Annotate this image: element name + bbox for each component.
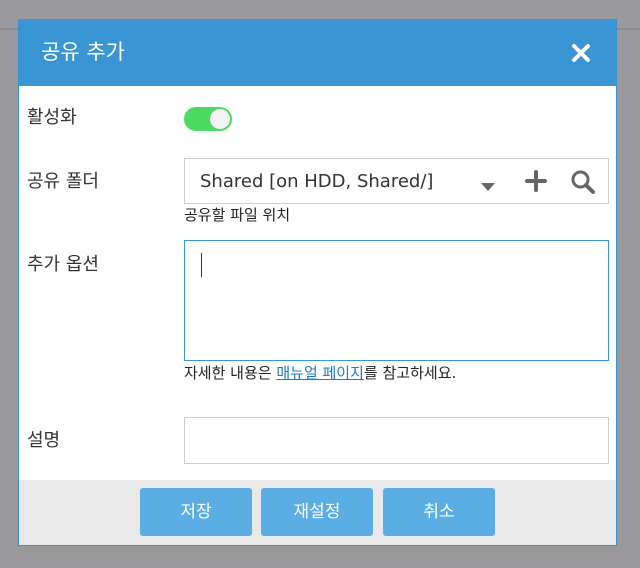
active-label: 활성화 — [27, 107, 77, 128]
close-icon[interactable] — [567, 39, 595, 67]
add-share-dialog: 공유 추가 활성화 공유 폴더 Shared [on HDD, Shared/] — [18, 19, 617, 546]
dialog-titlebar: 공유 추가 — [19, 20, 616, 86]
help-prefix: 자세한 내용은 — [184, 364, 277, 382]
reset-button[interactable]: 재설정 — [261, 488, 373, 536]
extra-options-label: 추가 옵션 — [27, 254, 99, 275]
search-icon[interactable] — [570, 169, 596, 195]
active-toggle[interactable] — [184, 107, 232, 131]
plus-icon[interactable] — [524, 169, 548, 193]
dialog-title: 공유 추가 — [41, 40, 125, 64]
chevron-down-icon[interactable] — [481, 177, 495, 191]
share-folder-label: 공유 폴더 — [27, 171, 99, 192]
share-folder-select[interactable]: Shared [on HDD, Shared/] — [184, 158, 609, 204]
description-input[interactable] — [184, 417, 609, 464]
dialog-footer: 저장 재설정 취소 — [19, 480, 616, 545]
share-folder-value[interactable]: Shared [on HDD, Shared/] — [200, 170, 433, 194]
cancel-button[interactable]: 취소 — [383, 488, 495, 536]
extra-options-help: 자세한 내용은 매뉴얼 페이지를 참고하세요. — [184, 363, 456, 383]
help-suffix: 를 참고하세요. — [363, 364, 457, 382]
share-folder-help: 공유할 파일 위치 — [184, 206, 291, 224]
manual-page-link[interactable]: 매뉴얼 페이지 — [276, 364, 364, 382]
description-label: 설명 — [27, 430, 61, 451]
toggle-knob — [210, 109, 230, 129]
text-cursor — [201, 253, 202, 277]
extra-options-textarea[interactable] — [184, 240, 609, 361]
save-button[interactable]: 저장 — [140, 488, 252, 536]
